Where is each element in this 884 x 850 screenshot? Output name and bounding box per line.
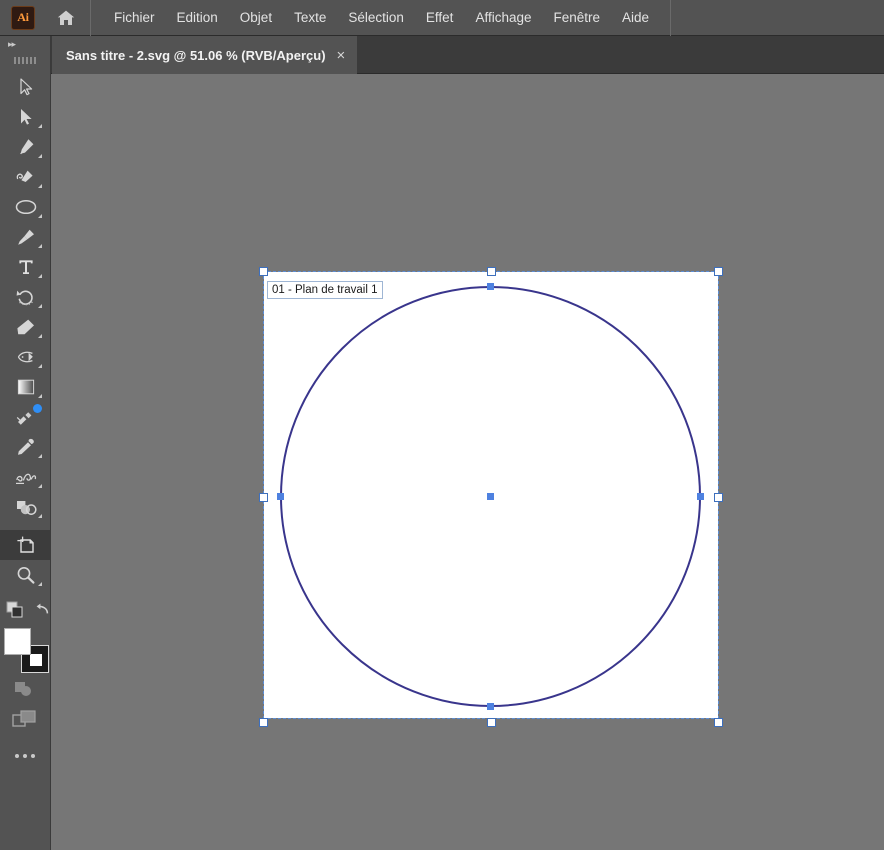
ellipse-tool-icon	[11, 193, 41, 221]
drawing-mode-buttons[interactable]	[0, 704, 50, 734]
menu-item-fichier[interactable]: Fichier	[103, 0, 166, 36]
tool-flyout-indicator	[38, 304, 42, 308]
artboard-name-label[interactable]: 01 - Plan de travail 1	[267, 281, 384, 299]
document-tab-title: Sans titre - 2.svg @ 51.06 % (RVB/Aperçu…	[66, 47, 326, 63]
panel-grip-handle[interactable]	[0, 52, 50, 68]
menu-item-aide[interactable]: Aide	[611, 0, 660, 36]
artboard-handle-top-right[interactable]	[714, 267, 723, 276]
fill-swatch[interactable]	[4, 628, 31, 655]
pen-tool-icon	[11, 133, 41, 161]
default-fill-stroke-icon[interactable]	[6, 601, 24, 624]
home-icon[interactable]	[47, 0, 85, 36]
paintbrush-tool-icon	[11, 223, 41, 251]
menu-item-objet[interactable]: Objet	[229, 0, 283, 36]
tool-flyout-indicator	[38, 334, 42, 338]
paintbrush-tool[interactable]	[0, 222, 51, 252]
menu-item-affichage[interactable]: Affichage	[464, 0, 542, 36]
anchor-point-center[interactable]	[487, 493, 494, 500]
artboard-tool-icon	[10, 531, 41, 559]
menu-bar: Ai Fichier Edition Objet Texte Sélection…	[0, 0, 884, 36]
tool-flyout-indicator	[38, 244, 42, 248]
shape-builder-tool[interactable]	[0, 492, 51, 522]
canvas-area[interactable]: 01 - Plan de travail 1	[51, 74, 884, 850]
selection-tool[interactable]	[0, 72, 51, 102]
artboard-container[interactable]: 01 - Plan de travail 1	[259, 267, 723, 727]
rotate-tool-icon	[11, 283, 41, 311]
curvature-tool-icon	[11, 163, 41, 191]
menu-item-list: Fichier Edition Objet Texte Sélection Ef…	[103, 0, 660, 36]
anchor-point-top[interactable]	[487, 283, 494, 290]
eraser-tool[interactable]	[0, 312, 51, 342]
eraser-tool-icon	[11, 313, 41, 341]
panel-collapse-icon[interactable]: ▸▸	[0, 36, 50, 52]
eyedropper-tool-icon	[11, 433, 41, 461]
direct-selection-tool[interactable]	[0, 102, 51, 132]
menu-divider-right	[670, 0, 672, 36]
tool-flyout-indicator	[38, 184, 42, 188]
artboard-tool[interactable]	[0, 530, 51, 560]
artboard-handle-top-left[interactable]	[259, 267, 268, 276]
tool-flyout-indicator	[38, 514, 42, 518]
artboard-handle-middle-right[interactable]	[714, 492, 723, 502]
eyedropper-tool[interactable]	[0, 432, 51, 462]
anchor-point-bottom[interactable]	[487, 703, 494, 710]
color-mode-buttons[interactable]	[0, 674, 50, 704]
type-tool-icon	[11, 253, 41, 281]
illustrator-window: Ai Fichier Edition Objet Texte Sélection…	[0, 0, 884, 850]
blend-tool-icon	[11, 463, 41, 491]
curvature-tool[interactable]	[0, 162, 51, 192]
tool-flyout-indicator	[38, 214, 42, 218]
artboard-handle-middle-left[interactable]	[259, 492, 268, 502]
artboard-handle-top-center[interactable]	[486, 267, 496, 276]
scale-tool-icon	[11, 343, 41, 371]
artboard-handle-bottom-left[interactable]	[259, 718, 268, 727]
gradient-tool[interactable]	[0, 372, 51, 402]
blend-tool[interactable]	[0, 462, 51, 492]
tool-flyout-indicator	[38, 394, 42, 398]
menu-item-effet[interactable]: Effet	[415, 0, 465, 36]
shape-builder-tool-icon	[11, 493, 41, 521]
menu-divider	[90, 0, 91, 36]
menu-item-texte[interactable]: Texte	[283, 0, 337, 36]
pen-tool[interactable]	[0, 132, 51, 162]
swap-fill-stroke-icon[interactable]	[34, 602, 50, 623]
gradient-tool-icon	[11, 373, 41, 401]
tool-flyout-indicator	[38, 364, 42, 368]
free-transform-tool[interactable]	[0, 402, 51, 432]
app-logo-icon: Ai	[11, 5, 35, 30]
tool-flyout-indicator	[38, 274, 42, 278]
menu-item-fenetre[interactable]: Fenêtre	[542, 0, 611, 36]
tool-flyout-indicator	[38, 154, 42, 158]
ellipse-tool[interactable]	[0, 192, 51, 222]
document-tab-bar: Sans titre - 2.svg @ 51.06 % (RVB/Aperçu…	[0, 36, 884, 74]
zoom-tool[interactable]	[0, 560, 51, 590]
type-tool[interactable]	[0, 252, 51, 282]
tools-panel: ▸▸	[0, 36, 51, 850]
scale-tool[interactable]	[0, 342, 51, 372]
anchor-point-right[interactable]	[697, 493, 704, 500]
fill-stroke-controls	[0, 598, 50, 626]
tool-flyout-indicator	[38, 454, 42, 458]
tool-new-badge-icon	[33, 404, 42, 413]
tool-flyout-indicator	[38, 582, 42, 586]
artboard-handle-bottom-center[interactable]	[486, 718, 496, 727]
direct-selection-tool-icon	[11, 103, 41, 131]
close-icon[interactable]: ×	[337, 48, 346, 63]
stroke-swatch-inner	[30, 654, 42, 666]
tool-flyout-indicator	[38, 124, 42, 128]
menu-item-selection[interactable]: Sélection	[337, 0, 415, 36]
rotate-tool[interactable]	[0, 282, 51, 312]
document-tab[interactable]: Sans titre - 2.svg @ 51.06 % (RVB/Aperçu…	[52, 36, 358, 74]
menu-item-edition[interactable]: Edition	[166, 0, 229, 36]
anchor-point-left[interactable]	[277, 493, 284, 500]
more-tools-icon[interactable]	[0, 742, 50, 770]
tool-flyout-indicator	[38, 484, 42, 488]
fill-stroke-swatches[interactable]	[4, 628, 50, 674]
selection-tool-icon	[11, 73, 41, 101]
zoom-tool-icon	[11, 561, 41, 589]
artboard-handle-bottom-right[interactable]	[714, 718, 723, 727]
